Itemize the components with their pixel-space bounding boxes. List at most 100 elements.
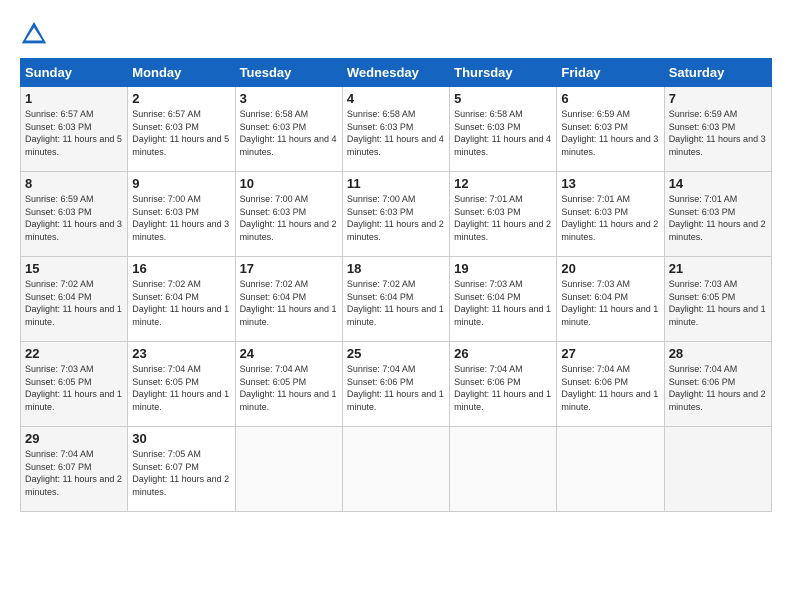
day-cell: 30 Sunrise: 7:05 AM Sunset: 6:07 PM Dayli… — [128, 427, 235, 512]
weekday-header-friday: Friday — [557, 59, 664, 87]
day-cell: 12 Sunrise: 7:01 AM Sunset: 6:03 PM Dayli… — [450, 172, 557, 257]
week-row-1: 1 Sunrise: 6:57 AM Sunset: 6:03 PM Daylig… — [21, 87, 772, 172]
weekday-header-saturday: Saturday — [664, 59, 771, 87]
day-info: Sunrise: 7:04 AM Sunset: 6:05 PM Dayligh… — [240, 363, 338, 413]
day-info: Sunrise: 7:01 AM Sunset: 6:03 PM Dayligh… — [454, 193, 552, 243]
day-cell: 3Sunrise: 6:58 AM Sunset: 6:03 PM Daylig… — [235, 87, 342, 172]
day-info: Sunrise: 6:58 AM Sunset: 6:03 PM Dayligh… — [454, 108, 552, 158]
day-number: 10 — [240, 176, 338, 191]
calendar-table: SundayMondayTuesdayWednesdayThursdayFrid… — [20, 58, 772, 512]
day-cell: 28 Sunrise: 7:04 AM Sunset: 6:06 PM Dayli… — [664, 342, 771, 427]
day-cell: 15 Sunrise: 7:02 AM Sunset: 6:04 PM Dayli… — [21, 257, 128, 342]
day-info: Sunrise: 7:03 AM Sunset: 6:04 PM Dayligh… — [561, 278, 659, 328]
day-number: 24 — [240, 346, 338, 361]
day-cell — [664, 427, 771, 512]
day-number: 9 — [132, 176, 230, 191]
day-number: 17 — [240, 261, 338, 276]
day-cell: 4 Sunrise: 6:58 AM Sunset: 6:03 PM Daylig… — [342, 87, 449, 172]
calendar-body: 1 Sunrise: 6:57 AM Sunset: 6:03 PM Daylig… — [21, 87, 772, 512]
day-cell: 2 Sunrise: 6:57 AM Sunset: 6:03 PM Daylig… — [128, 87, 235, 172]
day-number: 1 — [25, 91, 123, 106]
day-info: Sunrise: 7:01 AM Sunset: 6:03 PM Dayligh… — [561, 193, 659, 243]
day-cell: 20 Sunrise: 7:03 AM Sunset: 6:04 PM Dayli… — [557, 257, 664, 342]
day-number: 20 — [561, 261, 659, 276]
day-info: Sunrise: 6:59 AM Sunset: 6:03 PM Dayligh… — [25, 193, 123, 243]
day-cell: 24 Sunrise: 7:04 AM Sunset: 6:05 PM Dayli… — [235, 342, 342, 427]
day-number: 18 — [347, 261, 445, 276]
day-number: 23 — [132, 346, 230, 361]
week-row-5: 29 Sunrise: 7:04 AM Sunset: 6:07 PM Dayli… — [21, 427, 772, 512]
day-number: 30 — [132, 431, 230, 446]
day-cell: 7 Sunrise: 6:59 AM Sunset: 6:03 PM Daylig… — [664, 87, 771, 172]
weekday-header-thursday: Thursday — [450, 59, 557, 87]
day-cell: 18 Sunrise: 7:02 AM Sunset: 6:04 PM Dayli… — [342, 257, 449, 342]
week-row-4: 22Sunrise: 7:03 AM Sunset: 6:05 PM Dayli… — [21, 342, 772, 427]
day-number: 26 — [454, 346, 552, 361]
day-number: 12 — [454, 176, 552, 191]
day-info: Sunrise: 7:04 AM Sunset: 6:06 PM Dayligh… — [347, 363, 445, 413]
day-info: Sunrise: 7:04 AM Sunset: 6:06 PM Dayligh… — [669, 363, 767, 413]
day-info: Sunrise: 7:00 AM Sunset: 6:03 PM Dayligh… — [347, 193, 445, 243]
day-cell — [342, 427, 449, 512]
day-number: 4 — [347, 91, 445, 106]
day-number: 21 — [669, 261, 767, 276]
day-info: Sunrise: 7:03 AM Sunset: 6:04 PM Dayligh… — [454, 278, 552, 328]
day-number: 3 — [240, 91, 338, 106]
day-cell — [450, 427, 557, 512]
day-cell — [557, 427, 664, 512]
day-cell: 25 Sunrise: 7:04 AM Sunset: 6:06 PM Dayli… — [342, 342, 449, 427]
day-number: 5 — [454, 91, 552, 106]
day-info: Sunrise: 7:02 AM Sunset: 6:04 PM Dayligh… — [240, 278, 338, 328]
day-info: Sunrise: 7:04 AM Sunset: 6:07 PM Dayligh… — [25, 448, 123, 498]
day-cell: 19 Sunrise: 7:03 AM Sunset: 6:04 PM Dayli… — [450, 257, 557, 342]
day-info: Sunrise: 7:05 AM Sunset: 6:07 PM Dayligh… — [132, 448, 230, 498]
day-cell: 13 Sunrise: 7:01 AM Sunset: 6:03 PM Dayli… — [557, 172, 664, 257]
day-info: Sunrise: 6:57 AM Sunset: 6:03 PM Dayligh… — [25, 108, 123, 158]
day-cell: 10 Sunrise: 7:00 AM Sunset: 6:03 PM Dayli… — [235, 172, 342, 257]
day-info: Sunrise: 7:04 AM Sunset: 6:06 PM Dayligh… — [561, 363, 659, 413]
day-cell: 22Sunrise: 7:03 AM Sunset: 6:05 PM Dayli… — [21, 342, 128, 427]
day-number: 13 — [561, 176, 659, 191]
day-cell: 14 Sunrise: 7:01 AM Sunset: 6:03 PM Dayli… — [664, 172, 771, 257]
day-info: Sunrise: 6:59 AM Sunset: 6:03 PM Dayligh… — [669, 108, 767, 158]
header — [20, 20, 772, 48]
logo-icon — [20, 20, 48, 48]
day-cell: 17 Sunrise: 7:02 AM Sunset: 6:04 PM Dayli… — [235, 257, 342, 342]
day-cell: 8Sunrise: 6:59 AM Sunset: 6:03 PM Daylig… — [21, 172, 128, 257]
day-number: 19 — [454, 261, 552, 276]
weekday-header-tuesday: Tuesday — [235, 59, 342, 87]
day-cell: 23 Sunrise: 7:04 AM Sunset: 6:05 PM Dayli… — [128, 342, 235, 427]
day-cell: 11 Sunrise: 7:00 AM Sunset: 6:03 PM Dayli… — [342, 172, 449, 257]
weekday-header-row: SundayMondayTuesdayWednesdayThursdayFrid… — [21, 59, 772, 87]
day-info: Sunrise: 6:59 AM Sunset: 6:03 PM Dayligh… — [561, 108, 659, 158]
day-number: 14 — [669, 176, 767, 191]
weekday-header-wednesday: Wednesday — [342, 59, 449, 87]
day-cell: 16Sunrise: 7:02 AM Sunset: 6:04 PM Dayli… — [128, 257, 235, 342]
week-row-3: 15 Sunrise: 7:02 AM Sunset: 6:04 PM Dayli… — [21, 257, 772, 342]
day-number: 29 — [25, 431, 123, 446]
day-cell: 1 Sunrise: 6:57 AM Sunset: 6:03 PM Daylig… — [21, 87, 128, 172]
day-cell: 29 Sunrise: 7:04 AM Sunset: 6:07 PM Dayli… — [21, 427, 128, 512]
weekday-header-monday: Monday — [128, 59, 235, 87]
day-info: Sunrise: 6:57 AM Sunset: 6:03 PM Dayligh… — [132, 108, 230, 158]
day-info: Sunrise: 7:00 AM Sunset: 6:03 PM Dayligh… — [240, 193, 338, 243]
day-cell — [235, 427, 342, 512]
day-number: 2 — [132, 91, 230, 106]
day-info: Sunrise: 7:02 AM Sunset: 6:04 PM Dayligh… — [347, 278, 445, 328]
day-number: 25 — [347, 346, 445, 361]
day-number: 7 — [669, 91, 767, 106]
day-info: Sunrise: 6:58 AM Sunset: 6:03 PM Dayligh… — [347, 108, 445, 158]
day-info: Sunrise: 7:01 AM Sunset: 6:03 PM Dayligh… — [669, 193, 767, 243]
day-cell: 21 Sunrise: 7:03 AM Sunset: 6:05 PM Dayli… — [664, 257, 771, 342]
day-info: Sunrise: 7:00 AM Sunset: 6:03 PM Dayligh… — [132, 193, 230, 243]
day-info: Sunrise: 7:03 AM Sunset: 6:05 PM Dayligh… — [669, 278, 767, 328]
day-info: Sunrise: 7:04 AM Sunset: 6:05 PM Dayligh… — [132, 363, 230, 413]
day-number: 15 — [25, 261, 123, 276]
day-number: 28 — [669, 346, 767, 361]
day-number: 6 — [561, 91, 659, 106]
week-row-2: 8Sunrise: 6:59 AM Sunset: 6:03 PM Daylig… — [21, 172, 772, 257]
day-number: 27 — [561, 346, 659, 361]
day-number: 16 — [132, 261, 230, 276]
day-info: Sunrise: 7:02 AM Sunset: 6:04 PM Dayligh… — [25, 278, 123, 328]
day-number: 11 — [347, 176, 445, 191]
